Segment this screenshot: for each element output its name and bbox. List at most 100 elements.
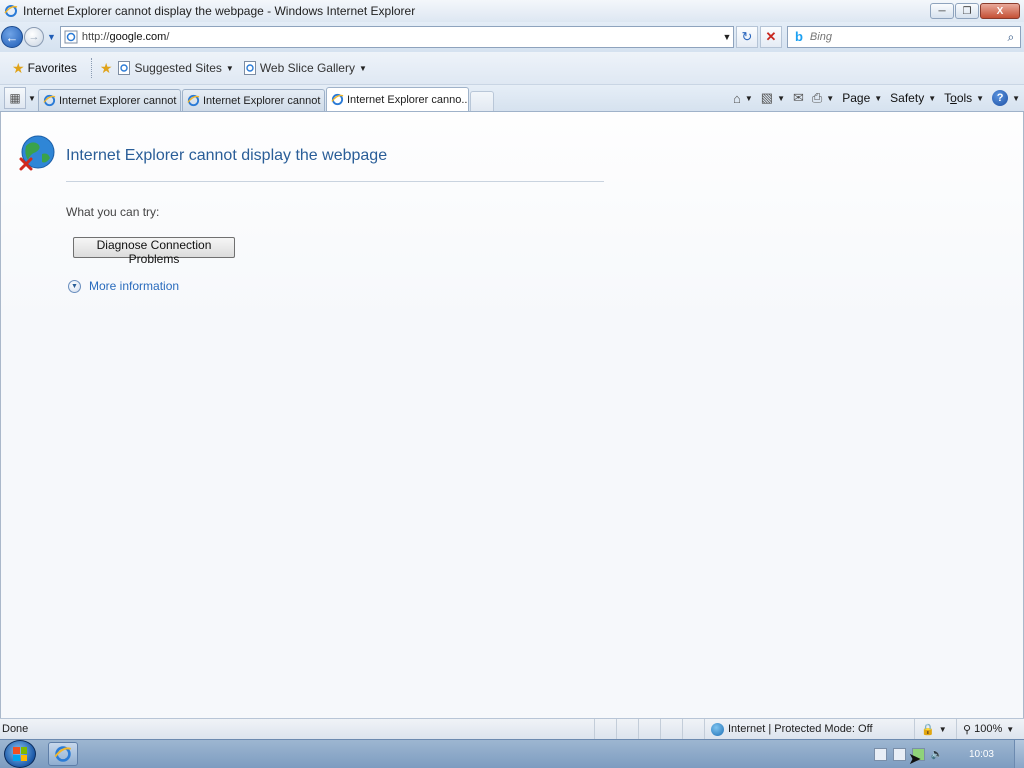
- page-content: Internet Explorer cannot display the web…: [0, 112, 1024, 718]
- ie-logo-icon: [43, 94, 56, 107]
- show-desktop-button[interactable]: [1014, 740, 1024, 768]
- zoom-icon: ⚲: [963, 723, 972, 736]
- error-title: Internet Explorer cannot display the web…: [66, 147, 388, 164]
- safety-menu-label: Safety: [890, 91, 925, 105]
- search-box[interactable]: b ⌕: [786, 26, 1021, 48]
- diagnose-connection-button[interactable]: Diagnose Connection Problems: [73, 237, 235, 266]
- window-title: Internet Explorer cannot display the web…: [23, 4, 416, 18]
- favorites-bar: ★ Favorites ★ Suggested Sites ▼ Web Slic…: [0, 52, 1024, 85]
- ie-page-icon: [64, 30, 78, 44]
- status-bar: Done Internet | Protected Mode: Off 🔒 ▼ ⚲…: [0, 718, 1024, 739]
- more-information-link[interactable]: ▼ More information: [68, 279, 179, 293]
- chevron-down-icon: ▼: [744, 93, 753, 103]
- new-tab-button[interactable]: [470, 91, 494, 111]
- expand-chevron-icon: ▼: [68, 279, 81, 293]
- search-input[interactable]: [809, 31, 1002, 43]
- error-globe-icon: [19, 135, 55, 171]
- taskbar-ie-button[interactable]: [48, 742, 78, 766]
- help-menu[interactable]: ? ▼: [992, 90, 1020, 106]
- minimize-button[interactable]: ─: [930, 3, 954, 19]
- chevron-down-icon: ▼: [777, 93, 785, 103]
- rss-feed-icon: ▧: [760, 90, 774, 105]
- chevron-down-icon: ▼: [826, 93, 835, 103]
- tools-label-part: ols: [956, 91, 973, 105]
- add-to-favorites-icon[interactable]: ★: [100, 60, 113, 77]
- volume-icon[interactable]: 🔈: [931, 749, 943, 760]
- url-scheme: http://: [81, 31, 110, 43]
- printer-icon: ⎙: [811, 90, 823, 105]
- chevron-down-icon: ▼: [976, 93, 985, 103]
- start-button[interactable]: [4, 740, 36, 768]
- ie-logo-icon: [4, 5, 18, 17]
- status-cell: [594, 719, 616, 739]
- chevron-down-icon: ▼: [938, 724, 947, 734]
- page-menu[interactable]: Page ▼: [842, 91, 882, 105]
- suggested-sites-link[interactable]: Suggested Sites ▼: [118, 61, 234, 75]
- url-host: google.com: [109, 31, 167, 43]
- chevron-down-icon: ▼: [1006, 724, 1015, 734]
- web-slice-gallery-link[interactable]: Web Slice Gallery ▼: [243, 61, 367, 75]
- address-dropdown-icon[interactable]: ▼: [721, 32, 733, 42]
- protected-mode-toggle[interactable]: 🔒 ▼: [914, 719, 956, 739]
- tab-label: Internet Explorer cannot di...: [59, 94, 180, 107]
- recent-pages-dropdown[interactable]: ▼: [47, 32, 56, 42]
- favorites-label: Favorites: [27, 61, 77, 75]
- command-bar: ⌂ ▼ ▧ ▼ ✉ ⎙ ▼ Page ▼ Safety ▼ Tools ▼ ? ▼: [729, 86, 1024, 110]
- security-zone[interactable]: Internet | Protected Mode: Off: [704, 719, 914, 739]
- lock-icon: 🔒: [921, 723, 935, 736]
- favorites-star-icon: ★: [12, 59, 25, 76]
- more-information-label: More information: [89, 279, 180, 293]
- ie-logo-icon: [187, 94, 200, 107]
- suggested-sites-label: Suggested Sites: [134, 61, 222, 75]
- bing-icon: b: [794, 29, 803, 44]
- tray-network-icon[interactable]: [892, 747, 906, 761]
- page-menu-label: Page: [842, 91, 871, 105]
- tab-1[interactable]: Internet Explorer cannot di...: [38, 89, 181, 111]
- tab-2[interactable]: Internet Explorer cannot di...: [182, 89, 325, 111]
- safety-menu[interactable]: Safety ▼: [890, 91, 936, 105]
- try-label: What you can try:: [66, 205, 160, 219]
- divider: [66, 181, 604, 182]
- quick-tabs-button[interactable]: ▦: [4, 87, 26, 109]
- web-slice-gallery-label: Web Slice Gallery: [259, 61, 355, 75]
- tools-label-accesskey: o: [950, 91, 957, 105]
- internet-zone-icon: [711, 722, 724, 736]
- tab-bar: ▦ ▼ Internet Explorer cannot di... Inter…: [0, 85, 1024, 112]
- chevron-down-icon: ▼: [928, 93, 937, 103]
- ie-page-icon: [118, 61, 131, 75]
- mouse-cursor-icon: ➤: [908, 751, 922, 768]
- status-cell: [616, 719, 638, 739]
- tab-list-dropdown-icon[interactable]: ▼: [26, 87, 38, 109]
- chevron-down-icon: ▼: [874, 93, 883, 103]
- tray-document-icon[interactable]: [873, 747, 887, 761]
- taskbar: 🔈 10:03: [0, 739, 1024, 768]
- tab-3-active[interactable]: Internet Explorer canno... X: [326, 87, 469, 111]
- status-text: Done: [2, 723, 29, 735]
- favorites-button[interactable]: ★ Favorites: [12, 60, 77, 77]
- home-icon: ⌂: [732, 90, 741, 106]
- close-window-button[interactable]: X: [980, 3, 1020, 19]
- feeds-button[interactable]: ▧ ▼: [761, 90, 785, 106]
- read-mail-button[interactable]: ✉: [793, 90, 804, 106]
- status-cell: [638, 719, 660, 739]
- print-button[interactable]: ⎙ ▼: [812, 90, 834, 106]
- ie-logo-icon: [331, 93, 344, 106]
- tab-label: Internet Explorer cannot di...: [203, 94, 324, 107]
- status-cell: [660, 719, 682, 739]
- url-text[interactable]: http://google.com/: [82, 31, 721, 43]
- clock[interactable]: 10:03: [969, 749, 994, 760]
- search-icon[interactable]: ⌕: [1002, 30, 1020, 45]
- tab-label: Internet Explorer canno...: [347, 93, 469, 106]
- ie-page-icon: [243, 61, 256, 75]
- zoom-level[interactable]: ⚲ 100% ▼: [956, 719, 1024, 739]
- forward-button[interactable]: →: [24, 27, 44, 47]
- restore-button[interactable]: ❐: [955, 3, 979, 19]
- tools-menu[interactable]: Tools ▼: [944, 91, 984, 105]
- toolbar-separator: [90, 58, 92, 78]
- stop-button[interactable]: ✕: [759, 26, 782, 48]
- refresh-button[interactable]: ↻: [735, 26, 758, 48]
- address-bar[interactable]: http://google.com/ ▼: [59, 26, 734, 48]
- home-button[interactable]: ⌂ ▼: [733, 91, 753, 106]
- chevron-down-icon: ▼: [358, 63, 367, 73]
- back-button[interactable]: ←: [1, 26, 23, 48]
